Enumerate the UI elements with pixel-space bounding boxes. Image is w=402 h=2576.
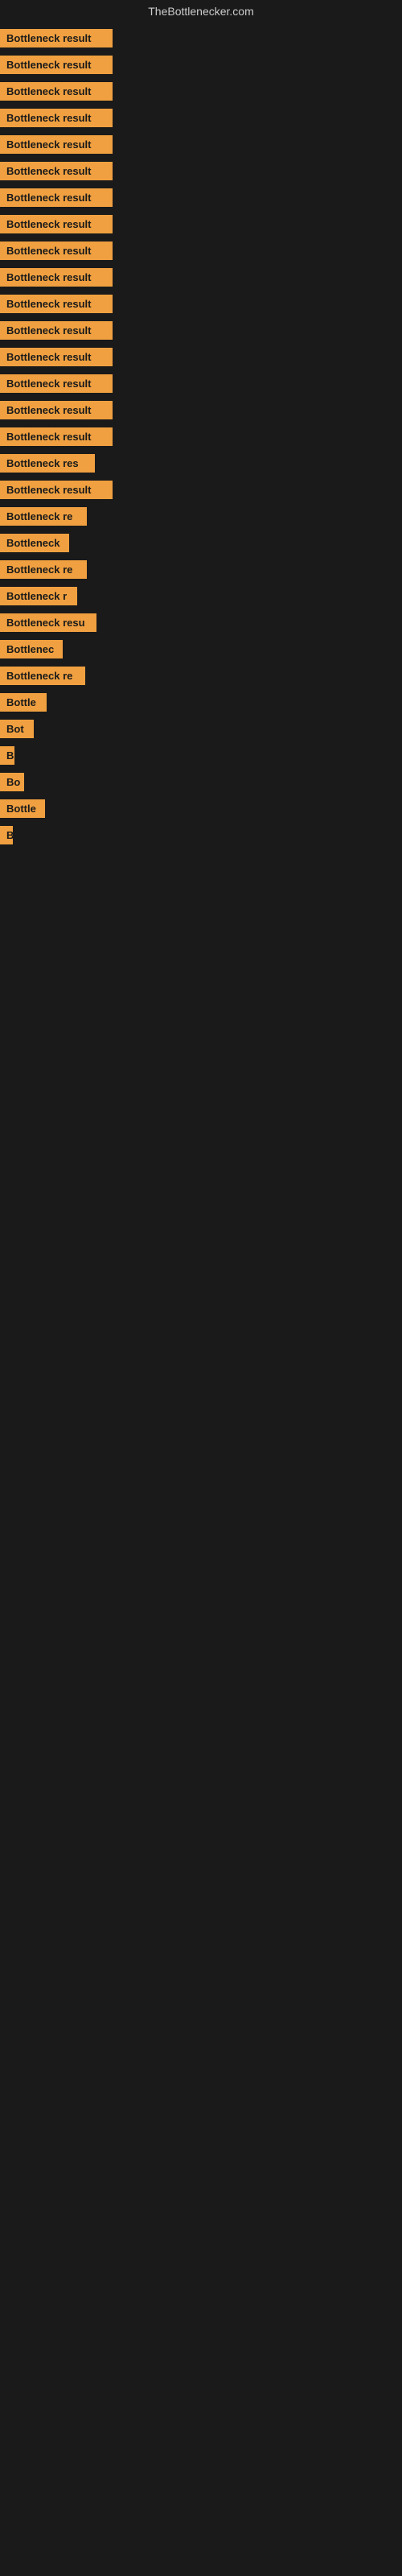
list-item[interactable]: Bottleneck result: [0, 398, 402, 423]
list-item[interactable]: Bottleneck result: [0, 52, 402, 77]
bottleneck-label: Bottleneck re: [0, 667, 85, 685]
bottleneck-label: Bottleneck re: [0, 560, 87, 579]
bottleneck-label: Bottle: [0, 799, 45, 818]
bottleneck-label: Bottleneck result: [0, 242, 113, 260]
list-item[interactable]: B: [0, 743, 402, 768]
bottleneck-label: Bottleneck result: [0, 321, 113, 340]
list-item[interactable]: Bottleneck result: [0, 345, 402, 369]
bottleneck-label: Bo: [0, 773, 24, 791]
list-item[interactable]: Bottleneck result: [0, 79, 402, 104]
bottleneck-label: Bottleneck result: [0, 481, 113, 499]
site-title: TheBottlenecker.com: [0, 0, 402, 23]
bottleneck-label: Bottle: [0, 693, 47, 712]
bottleneck-label: Bottleneck result: [0, 215, 113, 233]
bottleneck-label: Bottleneck result: [0, 295, 113, 313]
list-item[interactable]: Bottleneck result: [0, 477, 402, 502]
bottleneck-label: Bottleneck: [0, 534, 69, 552]
bottleneck-label: Bottleneck result: [0, 135, 113, 154]
bottleneck-label: Bottleneck result: [0, 268, 113, 287]
list-item[interactable]: Bottleneck result: [0, 132, 402, 157]
list-item[interactable]: Bottleneck result: [0, 212, 402, 237]
list-item[interactable]: Bo: [0, 770, 402, 795]
bottleneck-label: Bottleneck result: [0, 29, 113, 47]
list-item[interactable]: B: [0, 823, 402, 848]
bottleneck-label: Bottleneck result: [0, 374, 113, 393]
list-item[interactable]: Bottleneck result: [0, 26, 402, 51]
list-item[interactable]: Bottleneck re: [0, 504, 402, 529]
list-item[interactable]: Bottle: [0, 690, 402, 715]
list-item[interactable]: Bottleneck result: [0, 371, 402, 396]
bottleneck-label: Bottleneck result: [0, 401, 113, 419]
bottleneck-label: Bottleneck resu: [0, 613, 96, 632]
bottleneck-label: B: [0, 826, 13, 844]
items-container: Bottleneck result Bottleneck result Bottle…: [0, 23, 402, 852]
list-item[interactable]: Bottleneck re: [0, 557, 402, 582]
bottleneck-label: Bottleneck res: [0, 454, 95, 473]
bottleneck-label: Bot: [0, 720, 34, 738]
bottleneck-label: Bottleneck result: [0, 427, 113, 446]
bottleneck-label: B: [0, 746, 14, 765]
bottleneck-label: Bottleneck result: [0, 162, 113, 180]
bottleneck-label: Bottleneck result: [0, 188, 113, 207]
list-item[interactable]: Bottleneck result: [0, 159, 402, 184]
list-item[interactable]: Bottlenec: [0, 637, 402, 662]
list-item[interactable]: Bottleneck result: [0, 318, 402, 343]
bottleneck-label: Bottleneck result: [0, 109, 113, 127]
list-item[interactable]: Bottleneck r: [0, 584, 402, 609]
bottleneck-label: Bottlenec: [0, 640, 63, 658]
list-item[interactable]: Bottleneck result: [0, 238, 402, 263]
list-item[interactable]: Bottleneck result: [0, 424, 402, 449]
bottleneck-label: Bottleneck r: [0, 587, 77, 605]
list-item[interactable]: Bottleneck result: [0, 185, 402, 210]
bottleneck-label: Bottleneck result: [0, 348, 113, 366]
bottleneck-label: Bottleneck re: [0, 507, 87, 526]
list-item[interactable]: Bottle: [0, 796, 402, 821]
list-item[interactable]: Bottleneck re: [0, 663, 402, 688]
list-item[interactable]: Bottleneck: [0, 530, 402, 555]
list-item[interactable]: Bot: [0, 716, 402, 741]
list-item[interactable]: Bottleneck result: [0, 105, 402, 130]
list-item[interactable]: Bottleneck res: [0, 451, 402, 476]
list-item[interactable]: Bottleneck result: [0, 265, 402, 290]
bottleneck-label: Bottleneck result: [0, 82, 113, 101]
list-item[interactable]: Bottleneck result: [0, 291, 402, 316]
list-item[interactable]: Bottleneck resu: [0, 610, 402, 635]
bottleneck-label: Bottleneck result: [0, 56, 113, 74]
